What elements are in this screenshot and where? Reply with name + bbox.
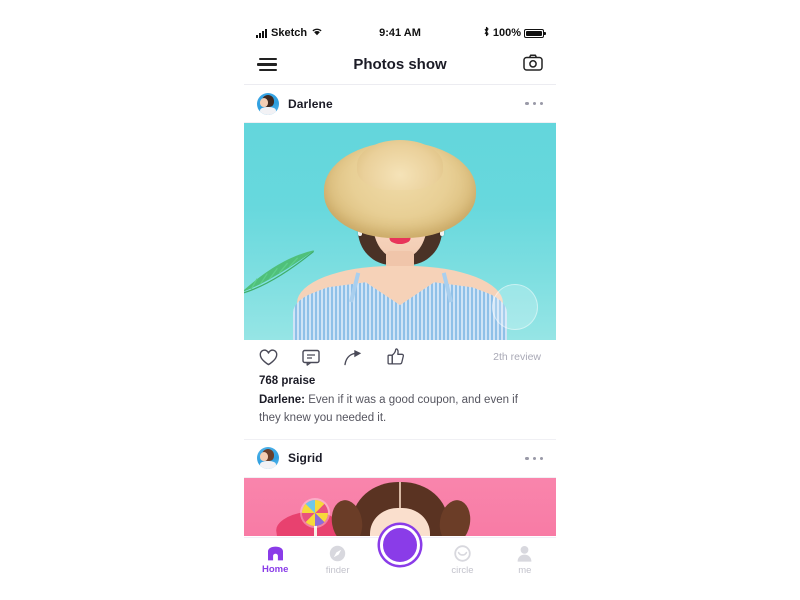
post-header: Darlene [244,85,556,123]
praise-count: 768 praise [259,375,316,387]
post-photo[interactable] [244,123,556,340]
status-left: Sketch [256,27,323,39]
battery-percent-label: 100% [492,27,521,39]
post-header: Sigrid [244,440,556,478]
comment-bubble-icon[interactable] [302,349,320,366]
tab-circle-label: circle [451,565,474,576]
tab-home[interactable]: Home [244,542,306,575]
wifi-icon [311,27,323,39]
photo-bokeh-circle [492,284,538,330]
camera-shutter-button[interactable] [380,525,420,565]
photo-straw-hat [324,140,476,238]
avatar[interactable] [257,92,279,115]
tab-finder-label: finder [325,565,350,576]
share-arrow-icon[interactable] [344,349,363,366]
circle-icon [454,545,471,562]
battery-full-icon [524,28,546,38]
home-icon [267,546,283,561]
page-title: Photos show [353,56,447,73]
hamburger-menu-icon[interactable] [257,54,279,75]
more-options-icon[interactable] [525,101,543,106]
comment-author: Darlene: [259,394,306,406]
tab-home-label: Home [262,564,289,575]
tab-me-label: me [518,565,532,576]
status-right: 100% [483,26,546,40]
bluetooth-icon [483,26,490,40]
post-comment: Darlene: Even if it was a good coupon, a… [244,392,556,440]
tab-circle[interactable]: circle [431,541,493,576]
camera-icon[interactable] [523,54,543,76]
phone-screen: Sketch 9:41 AM 100% Photos show Darlene … [244,21,556,579]
thumbs-up-icon[interactable] [387,348,405,366]
signal-bars-icon [256,28,267,38]
lollipop-decoration [302,499,328,526]
post-author-name: Darlene [288,96,333,111]
post-actions: 2th review [244,340,556,374]
nav-bar: Photos show [244,45,556,85]
compass-icon [329,545,346,562]
status-bar: Sketch 9:41 AM 100% [244,21,556,45]
post-author-name: Sigrid [288,451,323,466]
avatar[interactable] [257,447,279,470]
feed-list[interactable]: Darlene 2th review 768 praise Darlene: E… [244,85,556,579]
person-icon [517,546,532,562]
tab-finder[interactable]: finder [306,541,368,576]
heart-icon[interactable] [259,348,278,366]
more-options-icon[interactable] [525,456,543,460]
tab-me[interactable]: me [494,541,556,576]
review-count-label: 2th review [493,351,541,363]
carrier-label: Sketch [271,27,308,39]
